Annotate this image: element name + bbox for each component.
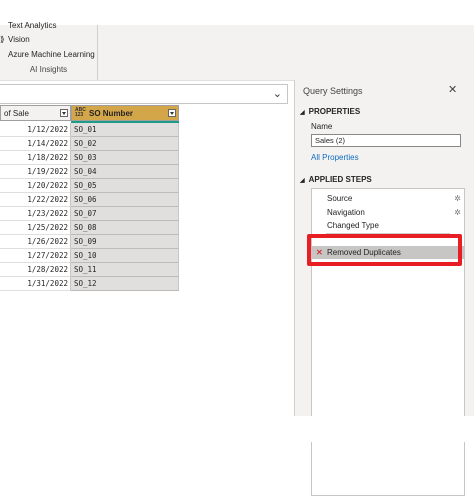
- group-label: AI Insights: [29, 65, 68, 74]
- date-cell[interactable]: 1/14/2022: [0, 137, 71, 151]
- formula-bar[interactable]: ⌄: [0, 84, 288, 104]
- so-cell[interactable]: SO_08: [71, 221, 179, 235]
- ribbon-item-label: Vision: [8, 35, 30, 44]
- table-row[interactable]: 1/14/2022 SO_02: [0, 137, 180, 151]
- table-row[interactable]: 1/18/2022 SO_03: [0, 151, 180, 165]
- table-row[interactable]: 1/23/2022 SO_07: [0, 207, 180, 221]
- date-cell[interactable]: 1/19/2022: [0, 165, 71, 179]
- chevron-down-icon[interactable]: ⌄: [273, 87, 282, 100]
- table-row[interactable]: 1/22/2022 SO_06: [0, 193, 180, 207]
- step-changed-type[interactable]: Changed Type: [312, 219, 464, 232]
- so-cell[interactable]: SO_12: [71, 277, 179, 291]
- ribbon-item-vision[interactable]: ⟫ Vision: [0, 34, 30, 46]
- type-abc123-icon[interactable]: ABC 123: [75, 108, 87, 118]
- step-label: Changed Type: [327, 221, 379, 230]
- table-row[interactable]: 1/31/2022 SO_12: [0, 277, 180, 291]
- table-row[interactable]: 1/28/2022 SO_11: [0, 263, 180, 277]
- table-row[interactable]: 1/20/2022 SO_05: [0, 179, 180, 193]
- table-row[interactable]: 1/12/2022 SO_01: [0, 123, 180, 137]
- ribbon-item-label: Text Analytics: [8, 21, 57, 30]
- step-navigation[interactable]: Navigation ✲: [312, 206, 464, 219]
- ai-insights-group: Text Analytics ⟫ Vision Azure Machine Lea…: [0, 21, 98, 80]
- so-cell[interactable]: SO_07: [71, 207, 179, 221]
- highlight-box: [307, 234, 462, 266]
- section-label: APPLIED STEPS: [308, 175, 372, 184]
- so-cell[interactable]: SO_06: [71, 193, 179, 207]
- column-header-so-number[interactable]: ABC 123 SO Number: [71, 105, 179, 121]
- so-cell[interactable]: SO_09: [71, 235, 179, 249]
- so-cell[interactable]: SO_05: [71, 179, 179, 193]
- column-header-label: of Sale: [4, 109, 29, 118]
- so-cell[interactable]: SO_04: [71, 165, 179, 179]
- date-cell[interactable]: 1/28/2022: [0, 263, 71, 277]
- date-cell[interactable]: 1/31/2022: [0, 277, 71, 291]
- date-cell[interactable]: 1/25/2022: [0, 221, 71, 235]
- name-label: Name: [311, 122, 333, 131]
- table-row[interactable]: 1/25/2022 SO_08: [0, 221, 180, 235]
- ribbon-item-label: Azure Machine Learning: [8, 50, 95, 59]
- so-cell[interactable]: SO_02: [71, 137, 179, 151]
- date-cell[interactable]: 1/22/2022: [0, 193, 71, 207]
- date-cell[interactable]: 1/20/2022: [0, 179, 71, 193]
- column-header-label: SO Number: [89, 109, 134, 118]
- date-cell[interactable]: 1/12/2022: [0, 123, 71, 137]
- so-cell[interactable]: SO_11: [71, 263, 179, 277]
- ribbon: Text Analytics ⟫ Vision Azure Machine Lea…: [0, 21, 474, 81]
- so-cell[interactable]: SO_10: [71, 249, 179, 263]
- table-row[interactable]: 1/19/2022 SO_04: [0, 165, 180, 179]
- ribbon-item-text-analytics[interactable]: Text Analytics: [0, 20, 56, 32]
- column-header-date-of-sale[interactable]: of Sale: [0, 105, 71, 121]
- properties-section-header[interactable]: ◢ PROPERTIES: [300, 107, 360, 116]
- data-grid: of Sale ABC 123 SO Number 1/12/2022 SO_01…: [0, 105, 180, 295]
- collapse-triangle-icon[interactable]: ◢: [300, 178, 305, 184]
- close-icon[interactable]: ✕: [448, 83, 457, 96]
- gear-icon[interactable]: ✲: [454, 206, 461, 219]
- pane-title: Query Settings: [303, 86, 363, 96]
- step-label: Navigation: [327, 208, 365, 217]
- filter-dropdown-icon[interactable]: [168, 109, 176, 117]
- gear-icon[interactable]: ✲: [454, 192, 461, 205]
- collapse-triangle-icon[interactable]: ◢: [300, 110, 305, 116]
- table-row[interactable]: 1/26/2022 SO_09: [0, 235, 180, 249]
- date-cell[interactable]: 1/26/2022: [0, 235, 71, 249]
- step-source[interactable]: Source ✲: [312, 192, 464, 205]
- ribbon-item-azure-ml[interactable]: Azure Machine Learning: [0, 49, 95, 61]
- filter-dropdown-icon[interactable]: [60, 109, 68, 117]
- so-cell[interactable]: SO_01: [71, 123, 179, 137]
- all-properties-link[interactable]: All Properties: [311, 153, 359, 162]
- table-row[interactable]: 1/27/2022 SO_10: [0, 249, 180, 263]
- query-name-input[interactable]: Sales (2): [311, 134, 461, 147]
- vision-icon: ⟫: [0, 35, 5, 44]
- step-label: Source: [327, 194, 353, 203]
- date-cell[interactable]: 1/27/2022: [0, 249, 71, 263]
- section-label: PROPERTIES: [308, 107, 361, 116]
- bottom-area: [0, 416, 474, 442]
- date-cell[interactable]: 1/23/2022: [0, 207, 71, 221]
- so-cell[interactable]: SO_03: [71, 151, 179, 165]
- applied-steps-section-header[interactable]: ◢ APPLIED STEPS: [300, 175, 372, 184]
- date-cell[interactable]: 1/18/2022: [0, 151, 71, 165]
